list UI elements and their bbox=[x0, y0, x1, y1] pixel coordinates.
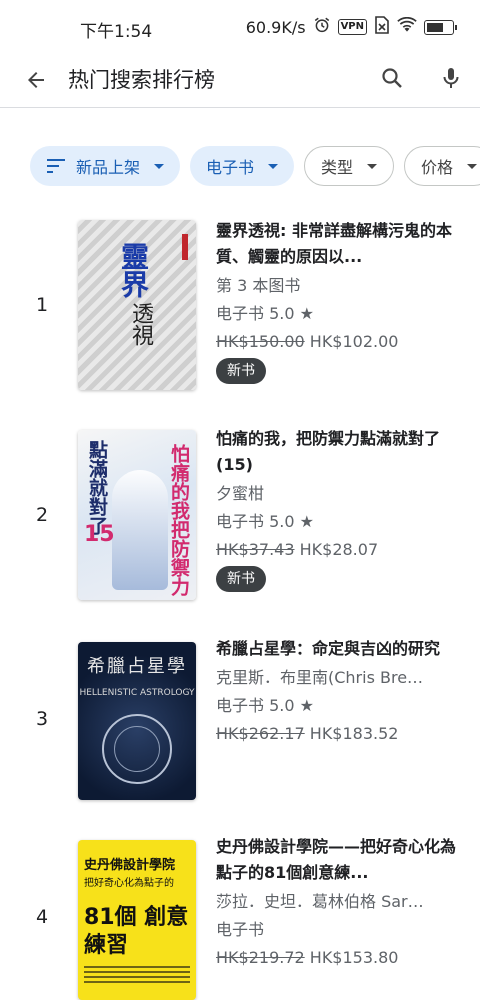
app-bar: 热门搜索排行榜 bbox=[0, 54, 480, 108]
chip-new-releases[interactable]: 新品上架 bbox=[30, 146, 181, 186]
network-speed: 60.9K/s bbox=[245, 17, 306, 37]
book-author: 克里斯．布里南(Chris Bre… bbox=[216, 668, 424, 687]
status-time: 下午1:54 bbox=[80, 22, 153, 42]
alarm-icon bbox=[313, 16, 331, 38]
cover-illustration bbox=[112, 470, 168, 590]
book-info: 史丹佛設計學院——把好奇心化為點子的81個創意練... 莎拉．史坦．葛林伯格 S… bbox=[216, 834, 466, 970]
filter-chips: 新品上架 电子书 类型 价格 bbox=[30, 146, 480, 186]
chip-label: 类型 bbox=[321, 158, 354, 177]
new-badge: 新书 bbox=[216, 358, 266, 384]
chevron-down-icon bbox=[367, 163, 378, 169]
cover-title: 點滿就對了 bbox=[86, 440, 108, 535]
chip-label: 电子书 bbox=[206, 158, 255, 177]
price-row: HK$150.00 HK$102.00 bbox=[216, 329, 466, 354]
status-icons: 60.9K/s VPN bbox=[245, 16, 457, 38]
book-author: 莎拉．史坦．葛林伯格 Sar… bbox=[216, 892, 424, 911]
page-title: 热门搜索排行榜 bbox=[68, 68, 215, 92]
mic-icon bbox=[443, 68, 459, 88]
book-info: 靈界透視: 非常詳盡解構污鬼的本質、觸靈的原因以... 第 3 本图书 电子书 … bbox=[216, 218, 466, 384]
status-bar: 下午1:54 60.9K/s VPN bbox=[0, 0, 480, 54]
chip-price[interactable]: 价格 bbox=[404, 146, 480, 186]
search-icon bbox=[382, 68, 402, 88]
book-author: 夕蜜柑 bbox=[216, 484, 265, 503]
rank-number: 2 bbox=[35, 504, 49, 526]
voice-search-button[interactable] bbox=[433, 60, 469, 96]
book-cover[interactable]: 點滿就對了 怕痛的我把防禦力 15 bbox=[78, 430, 196, 600]
chip-genre[interactable]: 类型 bbox=[304, 146, 395, 186]
vpn-icon: VPN bbox=[337, 19, 367, 35]
original-price: HK$37.43 bbox=[216, 540, 295, 559]
book-rating: 电子书 5.0 ★ bbox=[216, 512, 314, 531]
book-list-item[interactable]: 2 點滿就對了 怕痛的我把防禦力 15 怕痛的我，把防禦力點滿就對了 (15) … bbox=[0, 429, 480, 630]
cover-title: 怕痛的我把防禦力 bbox=[168, 444, 190, 596]
chevron-down-icon bbox=[154, 163, 165, 169]
book-rating: 电子书 5.0 ★ bbox=[216, 696, 314, 715]
cover-headline: 81個 創意練習 bbox=[84, 905, 189, 958]
book-meta: 第 3 本图书 bbox=[216, 276, 301, 295]
arrow-back-icon bbox=[28, 72, 44, 88]
price-row: HK$262.17 HK$183.52 bbox=[216, 721, 466, 746]
book-list-item[interactable]: 1 靈界 透視 靈界透視: 非常詳盡解構污鬼的本質、觸靈的原因以... 第 3 … bbox=[0, 220, 480, 420]
sale-price: HK$183.52 bbox=[309, 724, 399, 743]
book-cover[interactable]: 希臘占星學 HELLENISTIC ASTROLOGY bbox=[78, 642, 196, 800]
book-list-item[interactable]: 4 史丹佛設計學院 把好奇心化為點子的 81個 創意練習 史丹佛設計學院——把好… bbox=[0, 837, 480, 1000]
book-list-item[interactable]: 3 希臘占星學 HELLENISTIC ASTROLOGY 希臘占星學：命定與吉… bbox=[0, 639, 480, 840]
cover-illustration bbox=[114, 726, 160, 772]
chevron-down-icon bbox=[268, 163, 279, 169]
chevron-down-icon bbox=[467, 163, 478, 169]
back-button[interactable] bbox=[18, 62, 54, 98]
cover-decoration bbox=[182, 234, 188, 260]
cover-title: 透視 bbox=[128, 302, 153, 346]
new-badge: 新书 bbox=[216, 566, 266, 592]
cover-subtitle: HELLENISTIC ASTROLOGY bbox=[79, 688, 195, 698]
cover-title: 史丹佛設計學院 bbox=[84, 858, 176, 873]
book-format: 电子书 bbox=[216, 920, 265, 939]
no-sim-icon bbox=[374, 16, 390, 38]
book-title: 怕痛的我，把防禦力點滿就對了 (15) bbox=[216, 429, 441, 474]
original-price: HK$219.72 bbox=[216, 948, 305, 967]
search-button[interactable] bbox=[374, 60, 410, 96]
price-row: HK$37.43 HK$28.07 bbox=[216, 537, 466, 562]
rank-number: 3 bbox=[35, 708, 49, 730]
cover-decoration bbox=[84, 966, 190, 986]
cover-subtitle: 把好奇心化為點子的 bbox=[84, 878, 174, 889]
cover-volume: 15 bbox=[84, 522, 115, 547]
wifi-icon bbox=[397, 16, 417, 37]
rank-number: 4 bbox=[35, 906, 49, 928]
cover-title: 靈界 bbox=[117, 242, 150, 298]
sale-price: HK$28.07 bbox=[299, 540, 379, 559]
book-info: 希臘占星學：命定與吉凶的研究 克里斯．布里南(Chris Bre… 电子书 5.… bbox=[216, 636, 466, 746]
book-title: 靈界透視: 非常詳盡解構污鬼的本質、觸靈的原因以... bbox=[216, 221, 452, 266]
price-row: HK$219.72 HK$153.80 bbox=[216, 945, 466, 970]
original-price: HK$262.17 bbox=[216, 724, 305, 743]
book-info: 怕痛的我，把防禦力點滿就對了 (15) 夕蜜柑 电子书 5.0 ★ HK$37.… bbox=[216, 426, 466, 592]
book-title: 希臘占星學：命定與吉凶的研究 bbox=[216, 639, 441, 658]
sale-price: HK$153.80 bbox=[309, 948, 399, 967]
book-cover[interactable]: 靈界 透視 bbox=[78, 220, 196, 390]
original-price: HK$150.00 bbox=[216, 332, 305, 351]
sale-price: HK$102.00 bbox=[309, 332, 399, 351]
chip-label: 新品上架 bbox=[76, 158, 141, 177]
cover-title: 希臘占星學 bbox=[87, 656, 187, 677]
chip-ebook[interactable]: 电子书 bbox=[190, 146, 295, 186]
sort-icon bbox=[46, 158, 66, 174]
book-title: 史丹佛設計學院——把好奇心化為點子的81個創意練... bbox=[216, 837, 457, 882]
battery-icon bbox=[424, 19, 457, 35]
book-rating: 电子书 5.0 ★ bbox=[216, 304, 314, 323]
battery-fill bbox=[427, 22, 443, 32]
rank-number: 1 bbox=[35, 294, 49, 316]
book-cover[interactable]: 史丹佛設計學院 把好奇心化為點子的 81個 創意練習 bbox=[78, 840, 196, 1000]
chip-label: 价格 bbox=[421, 158, 454, 177]
